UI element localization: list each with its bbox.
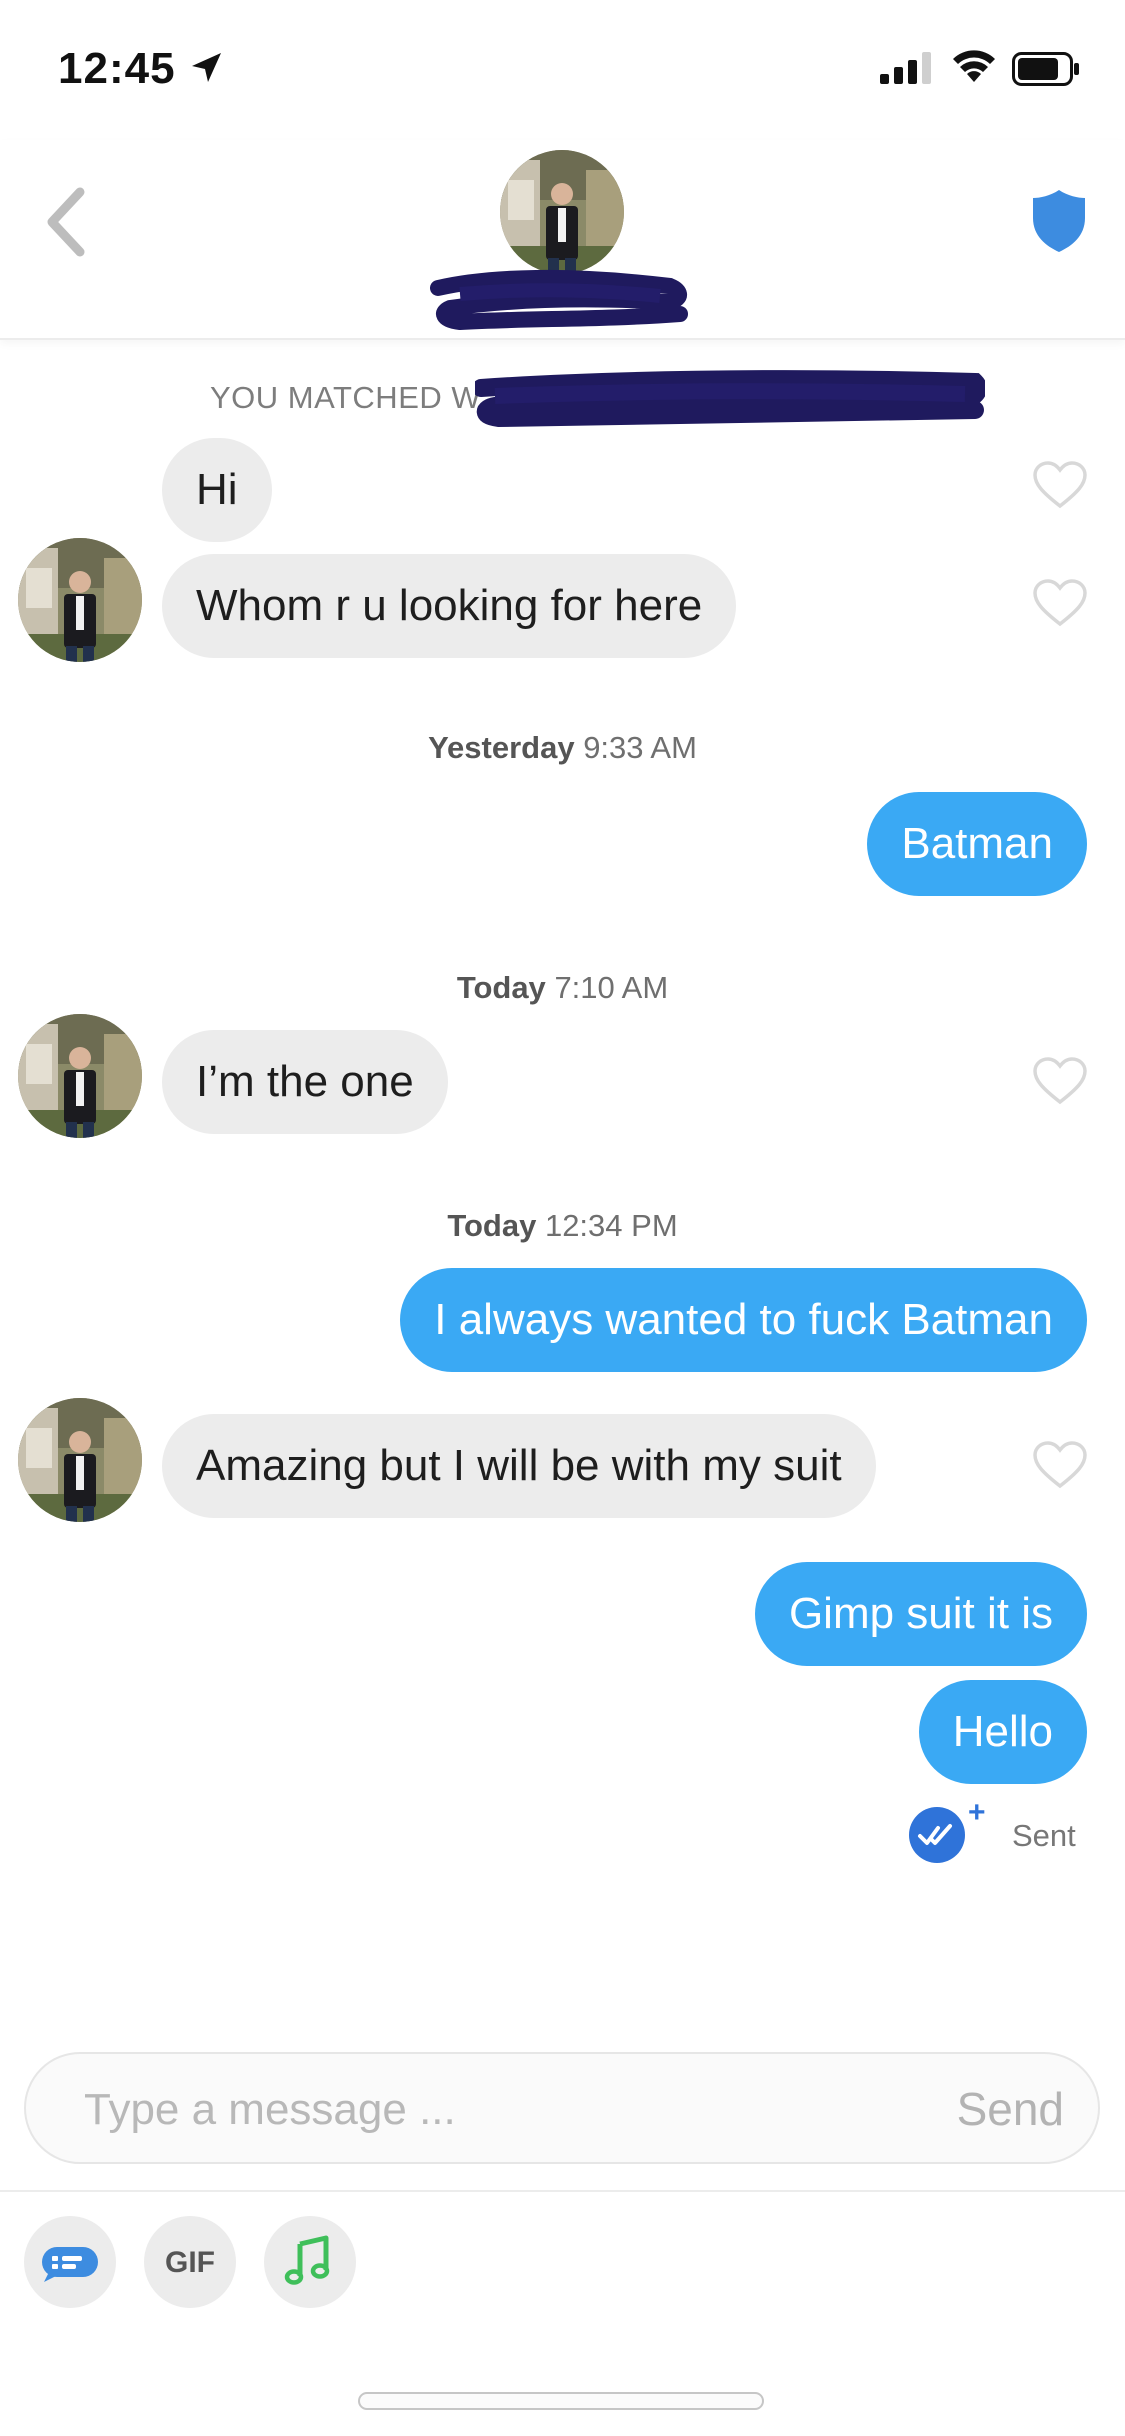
sent-plus-indicator: + [968,1796,986,1829]
incoming-message-bubble: Hi [162,438,272,542]
music-button[interactable] [264,2216,356,2308]
chat-header [0,140,1125,340]
outgoing-message-bubble: Gimp suit it is [754,1562,1087,1666]
incoming-message-bubble: I’m the one [162,1030,448,1134]
sticker-button[interactable] [24,2216,116,2308]
chat-bubble-sticker-icon [42,2247,98,2282]
status-bar: 12:45 [0,0,1125,140]
heart-like-icon[interactable] [1032,1056,1088,1106]
timestamp-time: 9:33 AM [583,730,697,765]
match-avatar[interactable] [18,538,142,662]
location-arrow-icon [192,53,221,82]
message-input[interactable] [84,2080,864,2140]
send-button[interactable]: Send [957,2082,1064,2136]
shield-safety-icon[interactable] [1030,188,1088,254]
timestamp-day: Yesterday [428,730,575,765]
match-avatar[interactable] [18,1014,142,1138]
outgoing-message-bubble: Hello [918,1680,1087,1784]
status-time: 12:45 [58,44,176,93]
sent-status: + Sent [908,1796,1108,1868]
heart-like-icon[interactable] [1032,1440,1088,1490]
message-composer: Send [24,2052,1100,2164]
sent-label: Sent [1012,1818,1076,1853]
cellular-signal-icon [880,52,931,84]
match-avatar[interactable] [500,150,624,274]
back-chevron-icon[interactable] [38,184,94,260]
gif-button[interactable]: GIF [144,2216,236,2308]
match-notice: YOU MATCHED W [210,380,482,415]
incoming-message-bubble: Amazing but I will be with my suit [162,1414,876,1518]
heart-like-icon[interactable] [1032,578,1088,628]
music-note-icon [284,2235,330,2285]
timestamp-time: 12:34 PM [544,1208,678,1243]
toolbar-divider [0,2190,1125,2192]
message-thread: YOU MATCHED W Hi Whom r u looking for he… [0,340,1125,2040]
outgoing-message-bubble: Batman [867,792,1087,896]
match-avatar[interactable] [18,1398,142,1522]
heart-like-icon[interactable] [1032,460,1088,510]
timestamp-day: Today [456,970,546,1005]
double-check-read-icon [909,1807,965,1863]
battery-icon [1012,52,1079,86]
redacted-name-scribble [430,269,688,331]
home-indicator[interactable] [358,2392,764,2410]
timestamp: Today 12:34 PM [0,1208,1125,1244]
timestamp: Yesterday 9:33 AM [0,730,1125,766]
incoming-message-bubble: Whom r u looking for here [162,554,737,658]
timestamp: Today 7:10 AM [0,970,1125,1006]
wifi-icon [953,50,995,82]
gif-label: GIF [165,2246,215,2279]
outgoing-message-bubble: I always wanted to fuck Batman [400,1268,1087,1372]
timestamp-day: Today [447,1208,537,1243]
redacted-match-scribble [475,370,985,428]
timestamp-time: 7:10 AM [554,970,669,1005]
